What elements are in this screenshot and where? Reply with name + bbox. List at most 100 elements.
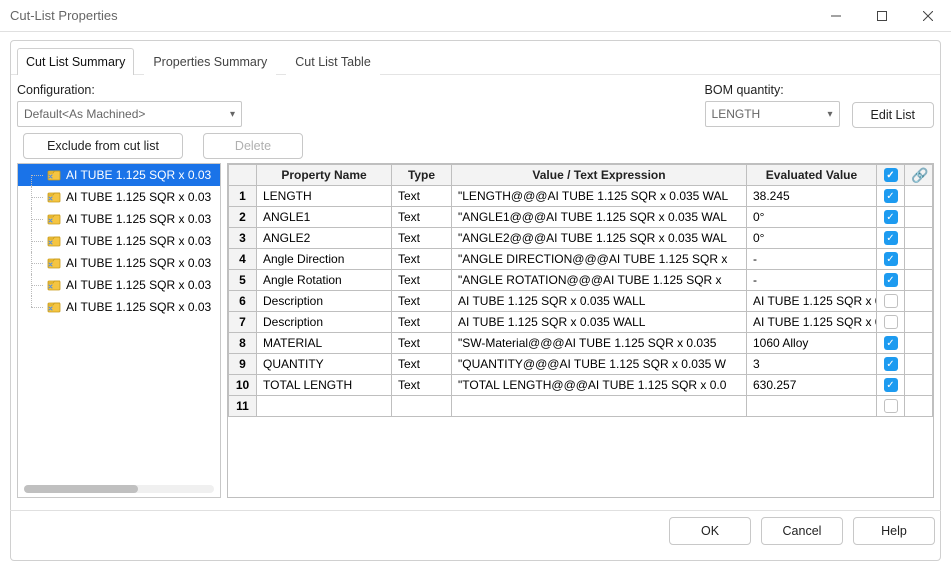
cell-value[interactable]	[452, 396, 747, 417]
cell-value[interactable]: "TOTAL LENGTH@@@AI TUBE 1.125 SQR x 0.0	[452, 375, 747, 396]
cutlist-tree[interactable]: AI TUBE 1.125 SQR x 0.03 AI TUBE 1.125 S…	[17, 163, 221, 498]
cell-checkbox[interactable]: ✓	[877, 207, 905, 228]
row-number: 11	[229, 396, 257, 417]
cell-checkbox[interactable]: ✓	[877, 354, 905, 375]
cell-link[interactable]	[905, 291, 933, 312]
cell-value[interactable]: AI TUBE 1.125 SQR x 0.035 WALL	[452, 291, 747, 312]
cell-property-name[interactable]: Angle Rotation	[257, 270, 392, 291]
tab-properties-summary[interactable]: Properties Summary	[144, 48, 276, 75]
edit-list-button[interactable]: Edit List	[852, 102, 934, 128]
close-button[interactable]	[905, 0, 951, 32]
table-row[interactable]: 7 Description Text AI TUBE 1.125 SQR x 0…	[229, 312, 933, 333]
grid-header-value[interactable]: Value / Text Expression	[452, 165, 747, 186]
cell-link[interactable]	[905, 228, 933, 249]
tree-item[interactable]: AI TUBE 1.125 SQR x 0.03	[18, 296, 220, 318]
table-row[interactable]: 5 Angle Rotation Text "ANGLE ROTATION@@@…	[229, 270, 933, 291]
cell-value[interactable]: "SW-Material@@@AI TUBE 1.125 SQR x 0.035	[452, 333, 747, 354]
table-row[interactable]: 3 ANGLE2 Text "ANGLE2@@@AI TUBE 1.125 SQ…	[229, 228, 933, 249]
cell-type[interactable]: Text	[392, 186, 452, 207]
tree-item[interactable]: AI TUBE 1.125 SQR x 0.03	[18, 186, 220, 208]
cell-property-name[interactable]: Description	[257, 291, 392, 312]
exclude-button[interactable]: Exclude from cut list	[23, 133, 183, 159]
cell-checkbox[interactable]: ✓	[877, 270, 905, 291]
grid-header-type[interactable]: Type	[392, 165, 452, 186]
cell-checkbox[interactable]: ✓	[877, 249, 905, 270]
cell-value[interactable]: "QUANTITY@@@AI TUBE 1.125 SQR x 0.035 W	[452, 354, 747, 375]
cell-type[interactable]: Text	[392, 333, 452, 354]
cell-checkbox[interactable]: ✓	[877, 228, 905, 249]
cell-value[interactable]: "ANGLE DIRECTION@@@AI TUBE 1.125 SQR x	[452, 249, 747, 270]
ok-button[interactable]: OK	[669, 517, 751, 545]
cell-link[interactable]	[905, 333, 933, 354]
tab-cut-list-table[interactable]: Cut List Table	[286, 48, 380, 75]
cell-link[interactable]	[905, 186, 933, 207]
cell-property-name[interactable]: LENGTH	[257, 186, 392, 207]
cell-type[interactable]: Text	[392, 207, 452, 228]
maximize-button[interactable]	[859, 0, 905, 32]
cell-new-property-placeholder[interactable]	[257, 396, 392, 417]
tree-item[interactable]: AI TUBE 1.125 SQR x 0.03	[18, 164, 220, 186]
tab-cut-list-summary[interactable]: Cut List Summary	[17, 48, 134, 75]
table-row[interactable]: 10 TOTAL LENGTH Text "TOTAL LENGTH@@@AI …	[229, 375, 933, 396]
cell-type[interactable]: Text	[392, 249, 452, 270]
cell-link[interactable]	[905, 375, 933, 396]
cell-checkbox[interactable]: ✓	[877, 333, 905, 354]
grid-header-evaluated[interactable]: Evaluated Value	[747, 165, 877, 186]
cell-checkbox[interactable]: ✓	[877, 186, 905, 207]
cell-value[interactable]: "ANGLE ROTATION@@@AI TUBE 1.125 SQR x	[452, 270, 747, 291]
cell-link[interactable]	[905, 270, 933, 291]
minimize-button[interactable]	[813, 0, 859, 32]
cell-link[interactable]	[905, 312, 933, 333]
cell-checkbox[interactable]	[877, 396, 905, 417]
tree-scrollbar[interactable]	[24, 485, 214, 493]
tree-item[interactable]: AI TUBE 1.125 SQR x 0.03	[18, 252, 220, 274]
cutlist-folder-icon	[46, 189, 62, 205]
cell-link[interactable]	[905, 249, 933, 270]
cell-property-name[interactable]: QUANTITY	[257, 354, 392, 375]
table-row[interactable]: 2 ANGLE1 Text "ANGLE1@@@AI TUBE 1.125 SQ…	[229, 207, 933, 228]
cell-type[interactable]: Text	[392, 228, 452, 249]
tree-item[interactable]: AI TUBE 1.125 SQR x 0.03	[18, 230, 220, 252]
table-row[interactable]: 4 Angle Direction Text "ANGLE DIRECTION@…	[229, 249, 933, 270]
tree-scroll-thumb[interactable]	[24, 485, 138, 493]
cell-checkbox[interactable]: ✓	[877, 375, 905, 396]
help-button[interactable]: Help	[853, 517, 935, 545]
cell-link[interactable]	[905, 354, 933, 375]
cell-type[interactable]: Text	[392, 312, 452, 333]
table-row[interactable]: 1 LENGTH Text "LENGTH@@@AI TUBE 1.125 SQ…	[229, 186, 933, 207]
cell-property-name[interactable]: MATERIAL	[257, 333, 392, 354]
grid-header-property-name[interactable]: Property Name	[257, 165, 392, 186]
cell-type[interactable]	[392, 396, 452, 417]
table-row[interactable]: 9 QUANTITY Text "QUANTITY@@@AI TUBE 1.12…	[229, 354, 933, 375]
tree-item[interactable]: AI TUBE 1.125 SQR x 0.03	[18, 274, 220, 296]
table-row-new[interactable]: 11	[229, 396, 933, 417]
cell-value[interactable]: "ANGLE2@@@AI TUBE 1.125 SQR x 0.035 WAL	[452, 228, 747, 249]
grid-header-link[interactable]: 🔗	[905, 165, 933, 186]
cell-property-name[interactable]: ANGLE1	[257, 207, 392, 228]
tree-item[interactable]: AI TUBE 1.125 SQR x 0.03	[18, 208, 220, 230]
cancel-button[interactable]: Cancel	[761, 517, 843, 545]
cell-property-name[interactable]: Angle Direction	[257, 249, 392, 270]
cell-checkbox[interactable]	[877, 312, 905, 333]
table-row[interactable]: 8 MATERIAL Text "SW-Material@@@AI TUBE 1…	[229, 333, 933, 354]
cell-link[interactable]	[905, 396, 933, 417]
configuration-select[interactable]: Default<As Machined> ▾	[17, 101, 242, 127]
action-row: Exclude from cut list Delete	[17, 127, 705, 161]
table-row[interactable]: 6 Description Text AI TUBE 1.125 SQR x 0…	[229, 291, 933, 312]
cell-type[interactable]: Text	[392, 375, 452, 396]
properties-grid[interactable]: Property Name Type Value / Text Expressi…	[227, 163, 934, 498]
grid-header-checkbox[interactable]: ✓	[877, 165, 905, 186]
cell-link[interactable]	[905, 207, 933, 228]
delete-button[interactable]: Delete	[203, 133, 303, 159]
cell-property-name[interactable]: TOTAL LENGTH	[257, 375, 392, 396]
cell-value[interactable]: "LENGTH@@@AI TUBE 1.125 SQR x 0.035 WAL	[452, 186, 747, 207]
cell-property-name[interactable]: Description	[257, 312, 392, 333]
cell-property-name[interactable]: ANGLE2	[257, 228, 392, 249]
cell-checkbox[interactable]	[877, 291, 905, 312]
cell-value[interactable]: "ANGLE1@@@AI TUBE 1.125 SQR x 0.035 WAL	[452, 207, 747, 228]
cell-type[interactable]: Text	[392, 270, 452, 291]
bom-quantity-select[interactable]: LENGTH ▾	[705, 101, 840, 127]
cell-value[interactable]: AI TUBE 1.125 SQR x 0.035 WALL	[452, 312, 747, 333]
cell-type[interactable]: Text	[392, 354, 452, 375]
cell-type[interactable]: Text	[392, 291, 452, 312]
